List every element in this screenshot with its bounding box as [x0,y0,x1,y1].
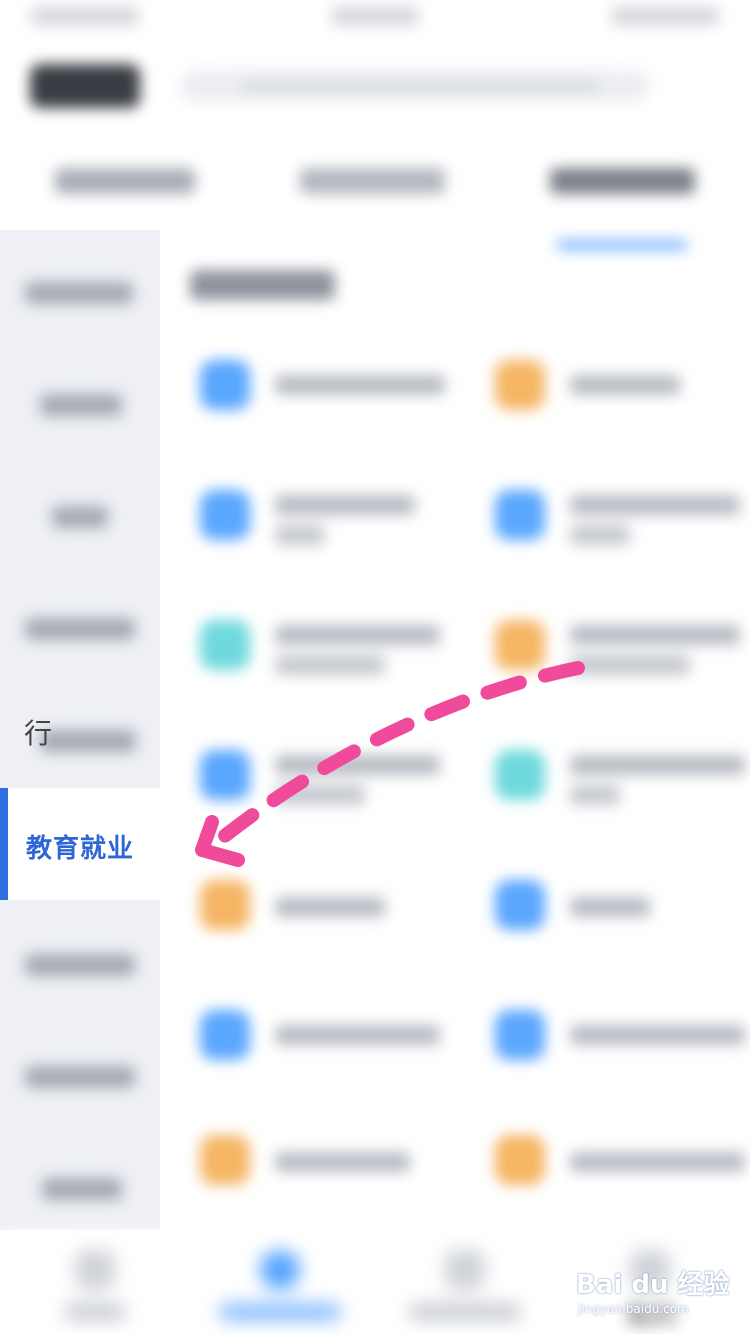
service-card[interactable] [190,995,460,1085]
service-card[interactable] [190,475,460,565]
sidebar-item[interactable] [0,240,160,340]
blue-square-icon [495,880,545,930]
blue-square-icon [200,360,250,410]
sidebar-item-partial-label: 行 [24,717,53,750]
tab-personal[interactable] [55,160,195,200]
sidebar-item-label: 教育就业 [26,834,135,864]
watermark-url: jingyan.baidu.com [578,1302,689,1316]
service-card[interactable] [485,605,750,695]
search-input[interactable] [180,70,650,102]
tab-corporate[interactable] [300,160,445,200]
app-logo [30,64,140,108]
active-indicator [0,788,8,900]
document-icon [445,1250,485,1290]
nav-home[interactable] [15,1232,175,1334]
service-card[interactable] [485,865,750,955]
sidebar-item[interactable] [0,576,160,676]
sidebar-item[interactable] [0,1136,160,1236]
cyan-square-icon [200,620,250,670]
sidebar-item[interactable] [0,464,160,564]
home-icon [75,1250,115,1290]
orange-square-icon [495,360,545,410]
services-icon [260,1250,300,1290]
tab-department[interactable] [550,160,695,250]
status-carrier [330,6,420,26]
orange-square-icon [495,620,545,670]
section-title [190,270,335,300]
sidebar-item-education-employment[interactable]: 教育就业 [0,788,160,900]
service-card[interactable] [190,605,460,695]
baidu-jingyan-watermark: Bai du 经验 jingyan.baidu.com [576,1264,746,1324]
cyan-square-icon [495,750,545,800]
service-card[interactable] [485,735,750,825]
sidebar-item[interactable] [0,352,160,452]
service-card[interactable] [485,995,750,1085]
sidebar-item[interactable] [0,912,160,1012]
search-row [0,50,750,120]
blue-square-icon [495,490,545,540]
annotation-arrow-head [195,815,245,867]
service-card[interactable] [190,345,460,435]
orange-square-icon [200,880,250,930]
service-card[interactable] [485,1120,750,1210]
blue-square-icon [200,1010,250,1060]
status-bar [0,0,750,44]
blue-square-icon [495,1010,545,1060]
orange-square-icon [200,1135,250,1185]
service-card[interactable] [190,1120,460,1210]
active-tab-underline [556,240,688,250]
nav-services[interactable] [200,1232,360,1334]
service-card[interactable] [485,345,750,435]
watermark-brand: Bai du 经验 [576,1270,730,1300]
service-card[interactable] [190,865,460,955]
status-time [30,6,140,26]
blue-square-icon [200,750,250,800]
top-tabs [0,130,750,250]
service-card[interactable] [190,735,460,825]
sidebar-item[interactable] [0,1024,160,1124]
nav-matters[interactable] [385,1232,545,1334]
orange-square-icon [495,1135,545,1185]
blue-square-icon [200,490,250,540]
status-battery [610,6,720,26]
service-card[interactable] [485,475,750,565]
